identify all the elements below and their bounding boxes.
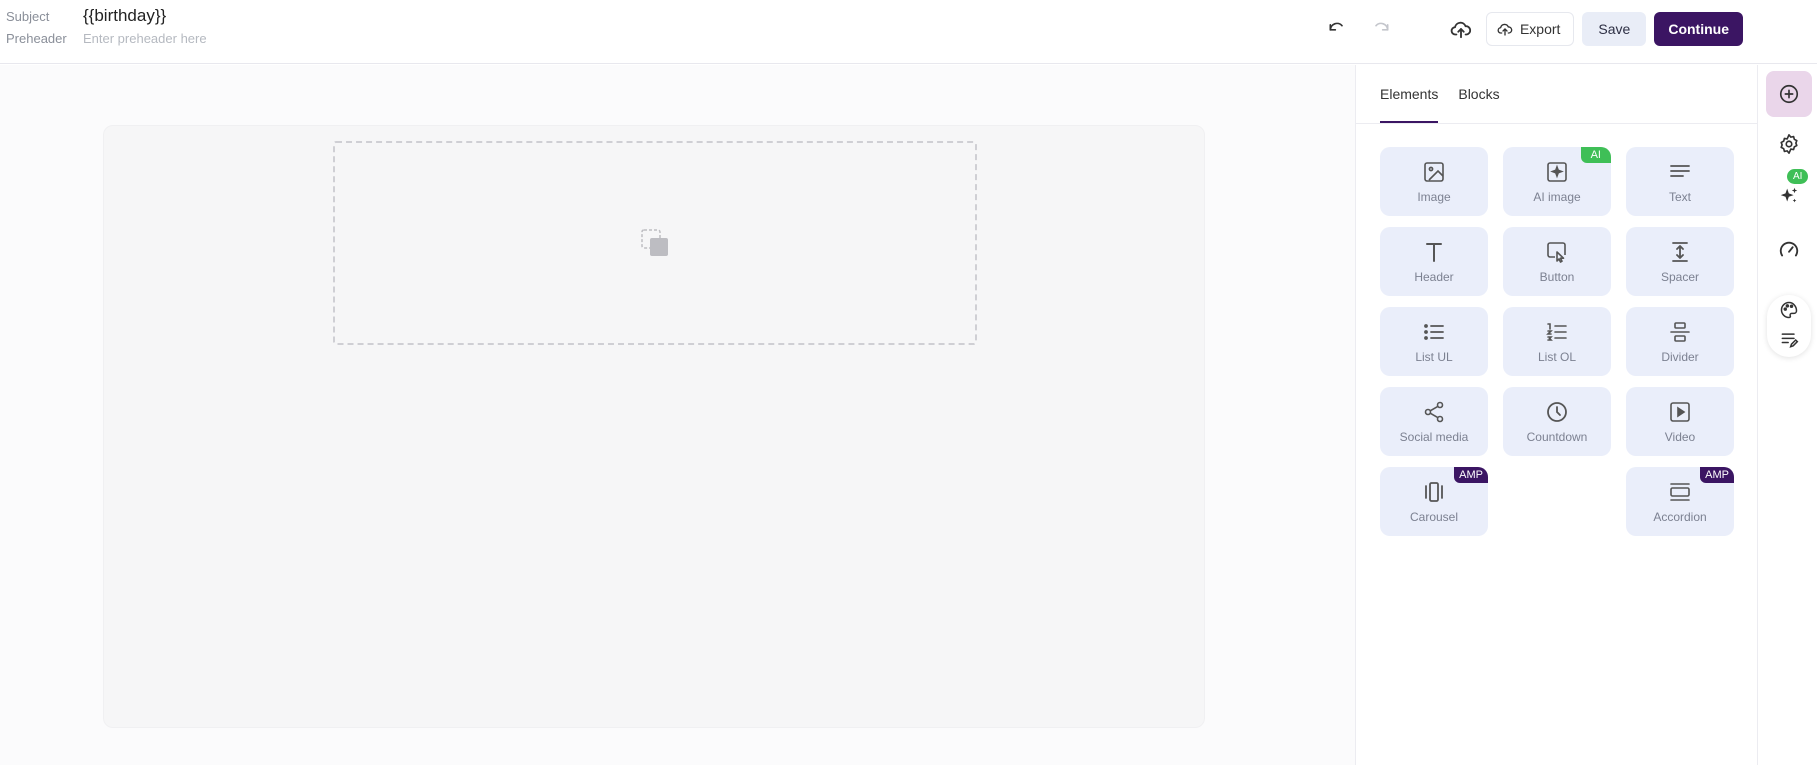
element-label: Countdown [1526,429,1588,444]
element-label: Accordion [1653,509,1707,524]
element-list-ul[interactable]: List UL [1380,307,1488,376]
list-ol-icon [1546,322,1567,341]
undo-icon [1329,22,1343,31]
toolbar: Export Save Continue [1320,12,1743,46]
element-spacer[interactable]: Spacer [1626,227,1734,296]
button-icon [1547,241,1566,263]
add-icon [1779,84,1799,104]
element-button[interactable]: Button [1503,227,1611,296]
preheader-label: Preheader [6,31,67,46]
ai-badge: AI [1580,147,1611,163]
panel-tabs: Elements Blocks [1380,65,1500,123]
element-label: Divider [1661,349,1699,364]
carousel-icon [1425,481,1443,502]
element-social-media[interactable]: Social media [1380,387,1488,456]
palette-icon [1780,301,1798,319]
element-countdown[interactable]: Countdown [1503,387,1611,456]
cloud-upload-icon [1450,21,1472,39]
settings-icon [1780,134,1798,154]
element-label: Carousel [1409,509,1459,524]
element-ai-image[interactable]: AI AI image [1503,147,1611,216]
tab-blocks[interactable]: Blocks [1458,65,1499,123]
divider-icon [1670,321,1690,342]
accordion-icon [1670,482,1690,501]
speedometer-icon [1779,241,1799,257]
element-video[interactable]: Video [1626,387,1734,456]
header-icon [1426,242,1442,262]
redo-button[interactable] [1364,12,1398,46]
preheader-input[interactable] [83,31,343,46]
clock-icon [1547,401,1567,422]
image-icon [1424,161,1444,182]
element-label: List OL [1537,349,1576,364]
amp-badge: AMP [1700,467,1734,483]
editor-canvas [0,65,1355,765]
element-list-ol[interactable]: List OL [1503,307,1611,376]
element-label: Header [1414,269,1454,284]
preheader-row: Preheader [6,31,343,46]
element-label: Video [1664,429,1696,444]
email-body[interactable] [103,125,1205,728]
edit-lines-icon [1781,333,1799,348]
tabs-divider [1356,123,1757,124]
cloud-export-icon [1497,23,1513,36]
subject-label: Subject [6,8,50,24]
continue-button[interactable]: Continue [1654,12,1743,46]
undo-button[interactable] [1320,12,1354,46]
rail-settings-button[interactable] [1766,121,1812,167]
element-carousel[interactable]: AMP Carousel [1380,467,1488,536]
ai-sparkle-icon [1780,187,1798,203]
element-label: List UL [1415,349,1453,364]
empty-drop-zone[interactable] [333,141,977,345]
ai-image-icon [1547,161,1567,182]
drop-placeholder-icon [641,229,668,256]
rail-palette-button[interactable] [1766,295,1812,325]
text-icon [1670,164,1690,177]
upload-button[interactable] [1444,12,1478,46]
export-label: Export [1519,21,1561,37]
save-button[interactable]: Save [1582,12,1647,46]
element-divider[interactable]: Divider [1626,307,1734,376]
subject-row: Subject {{birthday}} [6,6,166,26]
element-label: AI image [1533,189,1581,204]
element-image[interactable]: Image [1380,147,1488,216]
elements-panel: Elements Blocks Image AI AI image Text H… [1355,65,1757,765]
element-label: Button [1539,269,1575,284]
redo-icon [1375,22,1389,31]
rail-ai-button[interactable] [1766,173,1812,219]
element-header[interactable]: Header [1380,227,1488,296]
element-label: Social media [1399,429,1469,444]
list-ul-icon [1424,323,1444,340]
right-rail: AI [1757,65,1817,765]
spacer-icon [1672,241,1688,262]
subject-field[interactable]: {{birthday}} [83,6,166,26]
video-icon [1670,401,1690,422]
element-label: Spacer [1660,269,1700,284]
share-icon [1424,401,1444,422]
element-text[interactable]: Text [1626,147,1734,216]
top-bar: Subject {{birthday}} Preheader Export Sa… [0,0,1817,64]
export-button[interactable]: Export [1485,12,1575,46]
rail-add-button[interactable] [1766,71,1812,117]
element-label: Image [1417,189,1451,204]
element-label: Text [1668,189,1691,204]
rail-edit-button[interactable] [1766,325,1812,355]
element-accordion[interactable]: AMP Accordion [1626,467,1734,536]
rail-performance-button[interactable] [1766,227,1812,273]
tab-elements[interactable]: Elements [1380,65,1439,123]
amp-badge: AMP [1454,467,1488,483]
